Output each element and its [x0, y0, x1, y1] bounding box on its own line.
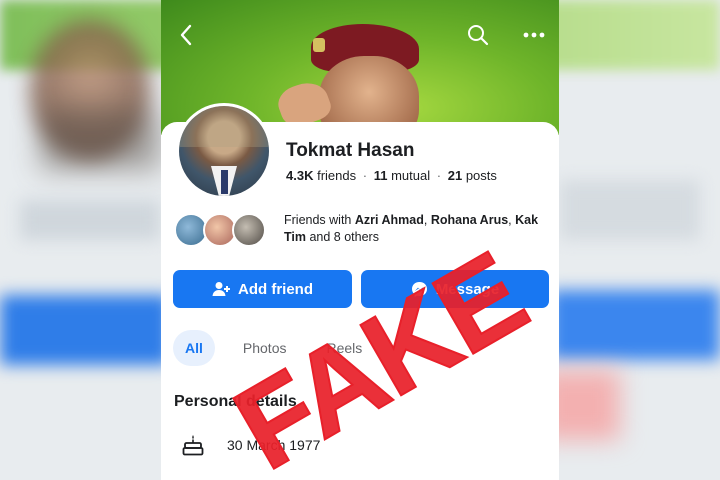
birthday-row: 30 March 1977: [181, 430, 320, 460]
back-button[interactable]: [173, 22, 199, 48]
friends-count: 4.3K: [286, 168, 314, 183]
backdrop-blue-bar-left: [0, 295, 170, 365]
separator-dot: ·: [436, 168, 442, 183]
chevron-left-icon: [180, 24, 192, 46]
mutual-friend-name: Rohana Arus: [430, 213, 509, 227]
profile-avatar[interactable]: [176, 103, 272, 199]
mutual-suffix: and 8 others: [306, 230, 379, 244]
backdrop-dark-blur: [40, 110, 160, 170]
cover-beret-badge: [313, 38, 325, 52]
mutual-avatar: [232, 213, 266, 247]
add-friend-label: Add friend: [238, 280, 313, 298]
more-options-button[interactable]: [521, 22, 547, 48]
birthday-text: 30 March 1977: [227, 437, 321, 453]
posts-label: posts: [465, 168, 497, 183]
tab-photos[interactable]: Photos: [231, 330, 299, 366]
mutual-label: mutual: [391, 168, 431, 183]
separator-dot: ·: [362, 168, 368, 183]
search-button[interactable]: [465, 22, 491, 48]
more-dots-icon: [523, 32, 545, 38]
message-label: Message: [435, 280, 500, 298]
friends-label: friends: [317, 168, 357, 183]
posts-count: 21: [447, 168, 463, 183]
personal-details-heading: Personal details: [174, 393, 297, 410]
avatar-photo: [179, 106, 269, 196]
backdrop-grey-blur-right: [560, 180, 700, 240]
tab-all[interactable]: All: [173, 330, 215, 366]
message-button[interactable]: Message: [361, 270, 549, 308]
tab-reels[interactable]: Reels: [314, 330, 374, 366]
mutual-count: 11: [373, 168, 388, 183]
mutual-friend-name: Azri Ahmad: [354, 213, 424, 227]
avatar-tie: [221, 170, 228, 194]
mutual-prefix: Friends with: [284, 213, 352, 227]
add-person-icon: [212, 282, 230, 296]
backdrop-blue-bar-right: [550, 290, 720, 360]
add-friend-button[interactable]: Add friend: [173, 270, 352, 308]
phone-screen: Tokmat Hasan 4.3K friends · 11 mutual · …: [161, 0, 559, 480]
backdrop-grey-blur: [20, 200, 160, 240]
mutual-avatars: [174, 213, 270, 247]
search-icon: [468, 25, 489, 46]
messenger-icon: [411, 281, 427, 297]
avatar-background: [179, 106, 269, 147]
mutual-friends-text: Friends with Azri Ahmad, Rohana Arus, Ka…: [284, 212, 546, 246]
mutual-friends-row[interactable]: Friends with Azri Ahmad, Rohana Arus, Ka…: [174, 210, 546, 248]
birthday-cake-icon: [182, 435, 204, 456]
profile-stats: 4.3K friends · 11 mutual · 21 posts: [286, 168, 497, 183]
profile-name: Tokmat Hasan: [286, 140, 415, 161]
mutual-sep: ,: [423, 213, 431, 227]
profile-tabs: All Photos Reels: [173, 330, 374, 366]
